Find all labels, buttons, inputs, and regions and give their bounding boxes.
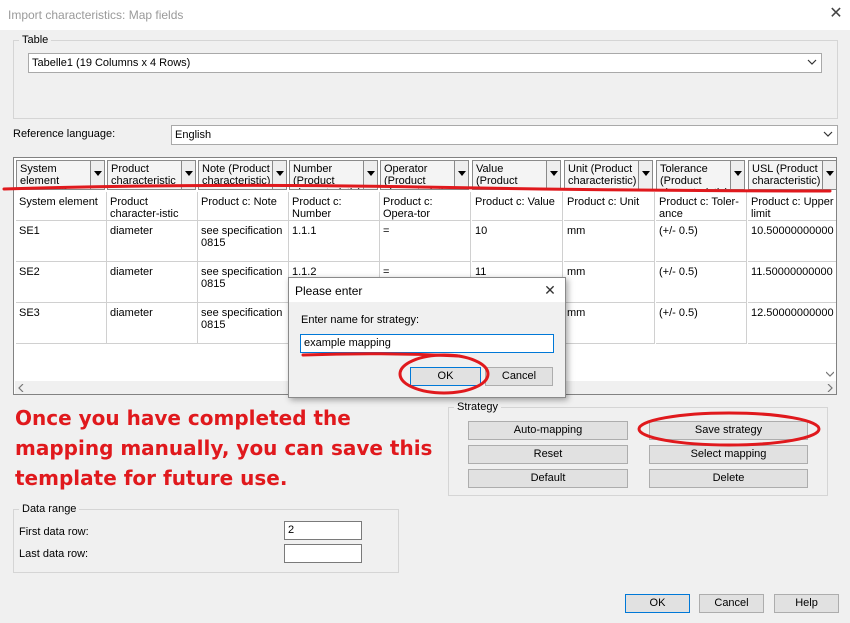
- grid-cell[interactable]: 10: [472, 221, 563, 262]
- grid-cell[interactable]: diameter: [107, 303, 198, 344]
- auto-mapping-button[interactable]: Auto-mapping: [468, 421, 628, 440]
- grid-cell[interactable]: 11.50000000000: [748, 262, 836, 303]
- grid-cell[interactable]: see specification 0815: [198, 221, 289, 262]
- reference-language-value: English: [175, 129, 212, 141]
- close-icon[interactable]: ✕: [826, 4, 846, 24]
- strategy-group-label: Strategy: [454, 401, 501, 413]
- scroll-left-icon[interactable]: [17, 384, 25, 392]
- table-group: [13, 40, 838, 119]
- dropdown-arrow-icon: [734, 171, 742, 176]
- delete-button[interactable]: Delete: [649, 469, 808, 488]
- ok-highlight: [398, 353, 490, 395]
- annotation-text: Once you have completed the mapping manu…: [15, 406, 433, 490]
- grid-cell[interactable]: mm: [564, 303, 655, 344]
- grid-cell[interactable]: diameter: [107, 262, 198, 303]
- chevron-down-icon: [807, 59, 817, 65]
- dialog-title-bar: Please enter ✕: [289, 278, 565, 302]
- grid-cell[interactable]: SE1: [16, 221, 107, 262]
- table-select[interactable]: Tabelle1 (19 Columns x 4 Rows): [28, 53, 822, 73]
- first-data-row-input[interactable]: 2: [284, 521, 362, 540]
- default-button[interactable]: Default: [468, 469, 628, 488]
- dropdown-arrow-icon: [185, 171, 193, 176]
- grid-cell[interactable]: (+/- 0.5): [656, 303, 747, 344]
- window-title: Import characteristics: Map fields: [8, 8, 184, 22]
- grid-cell[interactable]: 12.50000000000: [748, 303, 836, 344]
- scroll-right-icon[interactable]: [826, 384, 834, 392]
- table-group-label: Table: [19, 34, 52, 46]
- data-range-group-label: Data range: [19, 503, 80, 515]
- dropdown-arrow-icon: [550, 171, 558, 176]
- last-data-row-label: Last data row:: [19, 548, 89, 560]
- first-data-row-label: First data row:: [19, 526, 89, 538]
- grid-cell[interactable]: see specification 0815: [198, 303, 289, 344]
- dropdown-arrow-icon: [826, 171, 834, 176]
- dropdown-arrow-icon: [642, 171, 650, 176]
- dropdown-arrow-icon: [458, 171, 466, 176]
- grid-cell[interactable]: (+/- 0.5): [656, 262, 747, 303]
- dropdown-arrow-icon: [367, 171, 375, 176]
- reference-language-label: Reference language:: [13, 128, 116, 140]
- dialog-cancel-button[interactable]: Cancel: [485, 367, 553, 386]
- data-range-group: [13, 509, 399, 573]
- grid-cell[interactable]: mm: [564, 221, 655, 262]
- close-icon[interactable]: ✕: [541, 281, 559, 299]
- reference-language-select[interactable]: English: [171, 125, 838, 145]
- save-strategy-highlight: [637, 411, 821, 447]
- grid-cell[interactable]: 1.1.1: [289, 221, 380, 262]
- chevron-down-icon: [823, 131, 833, 137]
- table-select-value: Tabelle1 (19 Columns x 4 Rows): [32, 57, 191, 69]
- last-data-row-input[interactable]: [284, 544, 362, 563]
- annotation-underline: [2, 183, 832, 193]
- strategy-name-dialog: Please enter ✕ Enter name for strategy: …: [288, 277, 566, 398]
- title-bar: Import characteristics: Map fields ✕: [0, 0, 850, 30]
- dialog-title: Please enter: [295, 284, 363, 298]
- ok-button[interactable]: OK: [625, 594, 690, 613]
- cancel-button[interactable]: Cancel: [699, 594, 764, 613]
- dropdown-arrow-icon: [94, 171, 102, 176]
- grid-cell[interactable]: mm: [564, 262, 655, 303]
- dropdown-arrow-icon: [276, 171, 284, 176]
- scroll-down-icon[interactable]: [826, 370, 834, 378]
- grid-cell[interactable]: see specification 0815: [198, 262, 289, 303]
- grid-cell[interactable]: =: [380, 221, 471, 262]
- grid-cell[interactable]: SE2: [16, 262, 107, 303]
- dialog-prompt: Enter name for strategy:: [301, 314, 419, 326]
- grid-cell[interactable]: 10.50000000000: [748, 221, 836, 262]
- reset-button[interactable]: Reset: [468, 445, 628, 464]
- help-button[interactable]: Help: [774, 594, 839, 613]
- grid-cell[interactable]: (+/- 0.5): [656, 221, 747, 262]
- grid-cell[interactable]: diameter: [107, 221, 198, 262]
- grid-cell[interactable]: SE3: [16, 303, 107, 344]
